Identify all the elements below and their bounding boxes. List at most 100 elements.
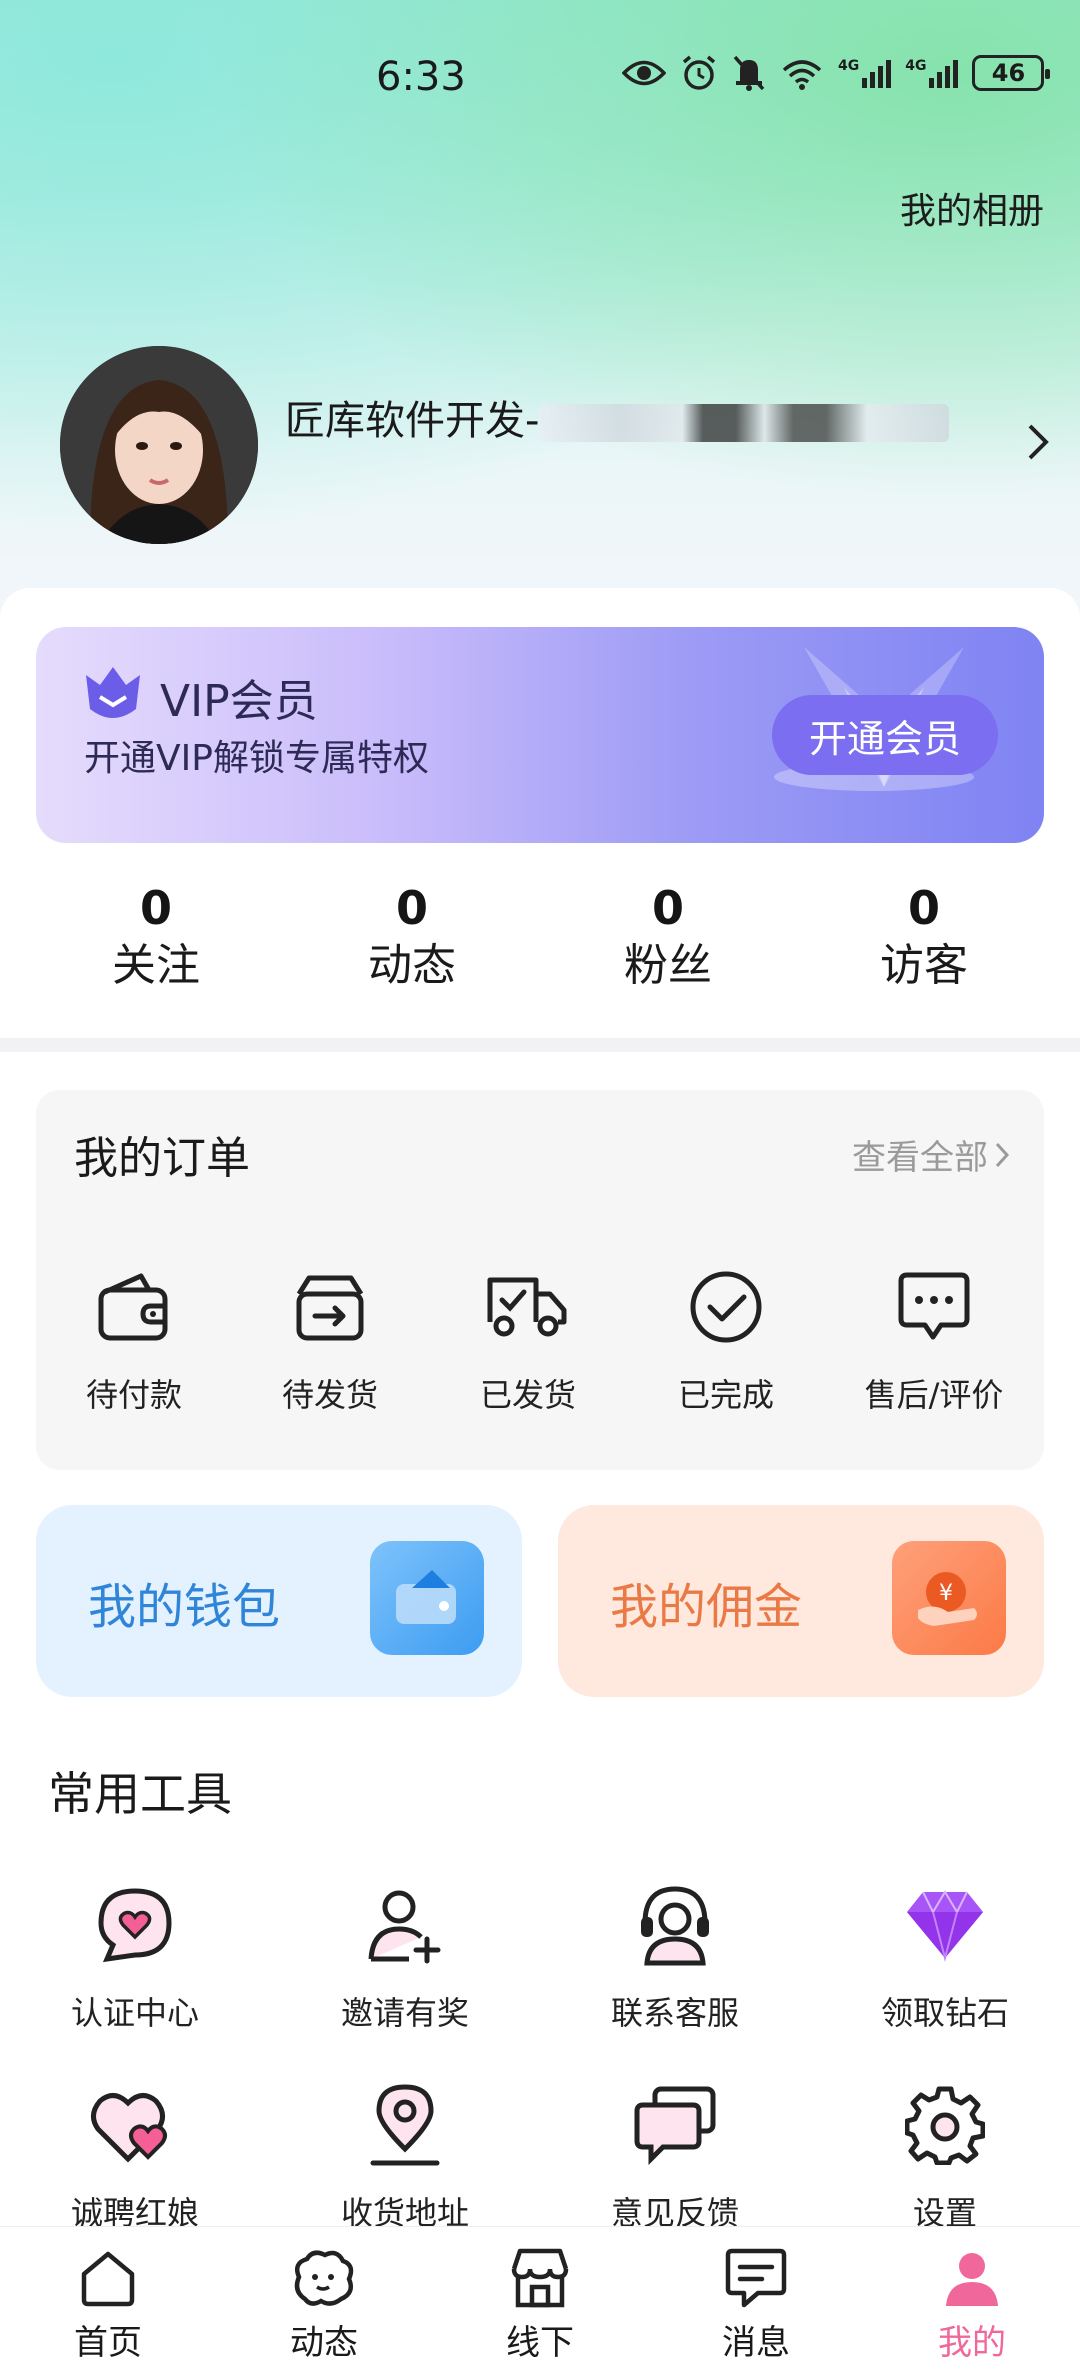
- commission-title: 我的佣金: [610, 1579, 803, 1635]
- profile-name: 匠库软件开发-: [285, 388, 950, 446]
- vip-crown-icon: [86, 667, 140, 718]
- tab-moments[interactable]: 动态: [216, 2227, 432, 2376]
- eye-icon: [622, 60, 666, 86]
- bottom-tab-bar: 首页 动态 线下 消息 我的: [0, 2226, 1080, 2376]
- gear-icon: [905, 2086, 985, 2165]
- order-shipped[interactable]: 已发货: [428, 1262, 628, 1416]
- open-vip-button[interactable]: 开通会员: [772, 695, 998, 775]
- tools-grid: 认证中心 邀请有奖 联系客服 领取钻石 诚聘红娘 收货地址 意见反馈 设置: [0, 1880, 1080, 2280]
- status-time: 6:33: [376, 54, 466, 100]
- tool-label: 认证中心: [70, 1994, 199, 2032]
- tab-me[interactable]: 我的: [864, 2227, 1080, 2376]
- stat-value: 0: [651, 881, 684, 935]
- my-wallet-card[interactable]: 我的钱包: [36, 1505, 522, 1697]
- order-status-list: 待付款 待发货 已发货 已完成 售后/评价: [36, 1262, 1044, 1416]
- profile-row[interactable]: 匠库软件开发-: [60, 346, 1050, 546]
- home-icon: [81, 2251, 135, 2307]
- battery-indicator: 46: [972, 55, 1051, 91]
- moments-icon: [294, 2250, 354, 2306]
- stat-label: 动态: [368, 940, 456, 991]
- stat-value: 0: [395, 881, 428, 935]
- status-bar: 6:33 4G 4G 46: [0, 50, 1080, 110]
- stat-label: 访客: [880, 940, 968, 991]
- tool-claim-diamonds[interactable]: 领取钻石: [810, 1880, 1080, 2080]
- location-pin-icon: [370, 2084, 440, 2166]
- heart-bubble-icon: [98, 1888, 172, 1963]
- tab-offline[interactable]: 线下: [432, 2227, 648, 2376]
- headset-icon: [641, 1886, 709, 1966]
- order-status-label: 待付款: [85, 1376, 182, 1414]
- chevron-right-icon: [995, 1142, 1010, 1167]
- network-type-1: 4G: [838, 58, 860, 74]
- wallet-icon: [98, 1273, 168, 1341]
- order-pending-payment[interactable]: 待付款: [36, 1262, 232, 1416]
- stat-visitors[interactable]: 0 访客: [796, 880, 1052, 1010]
- wallet-card-icon: [370, 1541, 484, 1655]
- signal-1: 4G: [838, 58, 892, 88]
- tool-invite-rewards[interactable]: 邀请有奖: [270, 1880, 540, 2080]
- truck-icon: [487, 1277, 567, 1337]
- double-heart-icon: [91, 2093, 167, 2163]
- tool-label: 联系客服: [610, 1994, 739, 2032]
- chat-bubble-icon: [898, 1272, 970, 1340]
- stat-value: 0: [907, 881, 940, 935]
- vip-subtitle: 开通VIP解锁专属特权: [84, 738, 429, 779]
- redacted-phone: [539, 404, 950, 442]
- tab-home[interactable]: 首页: [0, 2227, 216, 2376]
- stat-following[interactable]: 0 关注: [28, 880, 284, 1010]
- order-completed[interactable]: 已完成: [628, 1262, 824, 1416]
- check-circle-icon: [690, 1271, 762, 1343]
- tool-verification-center[interactable]: 认证中心: [0, 1880, 270, 2080]
- order-pending-shipment[interactable]: 待发货: [232, 1262, 428, 1416]
- stats-row: 0 关注 0 动态 0 粉丝 0 访客: [0, 880, 1080, 1010]
- user-add-icon: [368, 1890, 441, 1964]
- tab-label: 动态: [290, 2323, 358, 2363]
- order-status-label: 已发货: [479, 1376, 576, 1414]
- tool-label: 邀请有奖: [340, 1994, 469, 2032]
- order-after-sales[interactable]: 售后/评价: [824, 1262, 1044, 1416]
- stat-value: 0: [139, 881, 172, 935]
- view-all-label: 查看全部: [852, 1138, 988, 1178]
- stat-fans[interactable]: 0 粉丝: [540, 880, 796, 1010]
- tab-label: 首页: [74, 2323, 142, 2363]
- my-album-link[interactable]: 我的相册: [900, 182, 1044, 234]
- signal-bars-icon: [862, 60, 892, 88]
- tab-label: 线下: [506, 2323, 574, 2363]
- chevron-right-icon[interactable]: [1026, 422, 1050, 462]
- stat-label: 粉丝: [624, 940, 712, 991]
- status-icons: 4G 4G 46: [622, 54, 1051, 92]
- stat-label: 关注: [112, 940, 200, 991]
- wifi-icon: [782, 60, 822, 90]
- tools-title: 常用工具: [48, 1767, 232, 1821]
- order-status-label: 待发货: [281, 1376, 378, 1414]
- stat-posts[interactable]: 0 动态: [284, 880, 540, 1010]
- network-type-2: 4G: [905, 58, 927, 74]
- vip-title: VIP会员: [160, 676, 318, 727]
- wallet-title: 我的钱包: [88, 1579, 281, 1635]
- tab-label: 我的: [938, 2323, 1006, 2363]
- mute-bell-icon: [733, 55, 765, 91]
- order-status-label: 售后/评价: [864, 1376, 1004, 1414]
- section-divider: [0, 1038, 1080, 1052]
- message-icon: [725, 2248, 787, 2308]
- my-commission-card[interactable]: 我的佣金 ¥: [558, 1505, 1044, 1697]
- store-icon: [511, 2248, 569, 2308]
- order-status-label: 已完成: [677, 1376, 774, 1414]
- tab-label: 消息: [722, 2323, 790, 2363]
- tool-label: 领取钻石: [880, 1994, 1009, 2032]
- alarm-icon: [682, 55, 716, 90]
- commission-coin-icon: ¥: [892, 1541, 1006, 1655]
- orders-title: 我的订单: [74, 1133, 250, 1184]
- profile-icon: [946, 2253, 998, 2306]
- view-all-orders-link[interactable]: 查看全部: [852, 1130, 1010, 1179]
- feedback-icon: [634, 2086, 716, 2165]
- vip-banner[interactable]: VIP会员 开通VIP解锁专属特权 开通会员: [36, 627, 1044, 843]
- tab-messages[interactable]: 消息: [648, 2227, 864, 2376]
- profile-name-text: 匠库软件开发-: [285, 398, 540, 444]
- avatar[interactable]: [60, 346, 258, 544]
- orders-card: 我的订单 查看全部 待付款 待发货 已发货 已完成 售后/评价: [36, 1090, 1044, 1470]
- signal-bars-icon: [929, 60, 959, 88]
- signal-2: 4G: [905, 58, 959, 88]
- diamond-icon: [907, 1890, 983, 1962]
- tool-customer-service[interactable]: 联系客服: [540, 1880, 810, 2080]
